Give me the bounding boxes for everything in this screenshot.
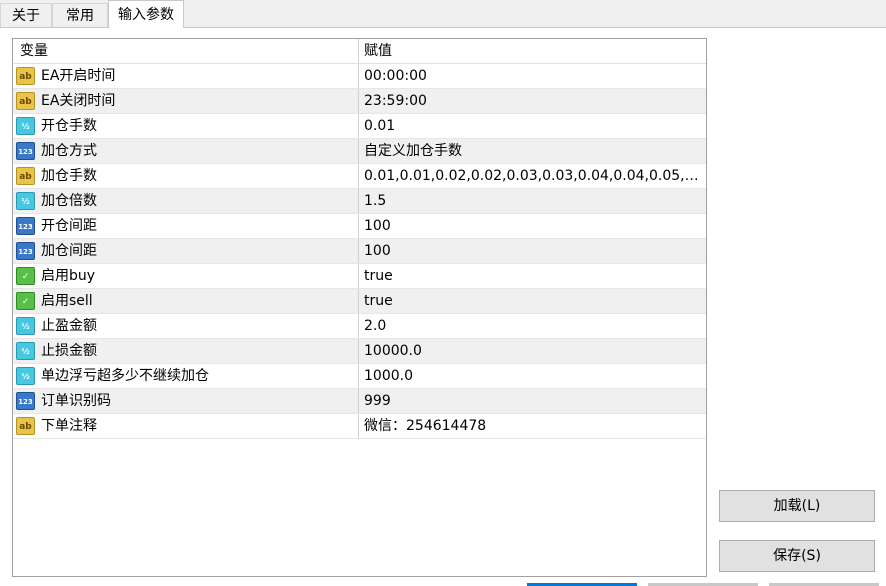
double-type-icon: ½: [16, 367, 35, 385]
param-value[interactable]: true: [358, 264, 706, 288]
param-name-cell[interactable]: ½ 止损金额: [13, 339, 358, 363]
param-value[interactable]: true: [358, 289, 706, 313]
tab-common[interactable]: 常用: [52, 3, 108, 27]
param-name-cell[interactable]: 123 开仓间距: [13, 214, 358, 238]
load-button[interactable]: 加载(L): [719, 490, 875, 522]
param-name: 订单识别码: [41, 393, 111, 409]
param-name-cell[interactable]: ab 加仓手数: [13, 164, 358, 188]
param-name: 下单注释: [41, 418, 97, 434]
param-name: 加仓方式: [41, 143, 97, 159]
param-name-cell[interactable]: 123 加仓方式: [13, 139, 358, 163]
header-value[interactable]: 赋值: [358, 39, 706, 63]
param-name-cell[interactable]: ab EA关闭时间: [13, 89, 358, 113]
param-value[interactable]: 微信：254614478: [358, 414, 706, 438]
param-name: 开仓间距: [41, 218, 97, 234]
header-variable[interactable]: 变量: [13, 39, 358, 63]
double-type-icon: ½: [16, 117, 35, 135]
param-name: 止损金额: [41, 343, 97, 359]
param-value[interactable]: 自定义加仓手数: [358, 139, 706, 163]
table-row[interactable]: ½ 开仓手数 0.01: [13, 114, 706, 139]
table-row[interactable]: ab 下单注释 微信：254614478: [13, 414, 706, 439]
table-row[interactable]: 123 开仓间距 100: [13, 214, 706, 239]
double-type-icon: ½: [16, 192, 35, 210]
parameter-grid[interactable]: 变量 赋值 ab EA开启时间 00:00:00 ab EA关闭时间 23:59:00 ½ 开…: [12, 38, 707, 577]
param-value[interactable]: 999: [358, 389, 706, 413]
param-name: 加仓倍数: [41, 193, 97, 209]
table-row[interactable]: ab 加仓手数 0.01,0.01,0.02,0.02,0.03,0.03,0.04…: [13, 164, 706, 189]
param-name: 加仓间距: [41, 243, 97, 259]
param-name: 启用sell: [41, 293, 93, 309]
double-type-icon: ½: [16, 342, 35, 360]
integer-type-icon: 123: [16, 217, 35, 235]
grid-header: 变量 赋值: [13, 39, 706, 64]
param-value[interactable]: 00:00:00: [358, 64, 706, 88]
tab-about[interactable]: 关于: [0, 3, 52, 27]
param-name-cell[interactable]: 123 加仓间距: [13, 239, 358, 263]
table-row[interactable]: ½ 加仓倍数 1.5: [13, 189, 706, 214]
param-name-cell[interactable]: ab 下单注释: [13, 414, 358, 438]
param-name: 启用buy: [41, 268, 96, 284]
integer-type-icon: 123: [16, 392, 35, 410]
param-value[interactable]: 0.01,0.01,0.02,0.02,0.03,0.03,0.04,0.04,…: [358, 164, 706, 188]
param-name: 开仓手数: [41, 118, 97, 134]
table-row[interactable]: ab EA关闭时间 23:59:00: [13, 89, 706, 114]
table-row[interactable]: ✓ 启用sell true: [13, 289, 706, 314]
table-row[interactable]: ½ 单边浮亏超多少不继续加仓 1000.0: [13, 364, 706, 389]
save-button[interactable]: 保存(S): [719, 540, 875, 572]
table-row[interactable]: 123 加仓间距 100: [13, 239, 706, 264]
table-row[interactable]: ab EA开启时间 00:00:00: [13, 64, 706, 89]
string-type-icon: ab: [16, 92, 35, 110]
tab-about-label: 关于: [12, 8, 40, 24]
integer-type-icon: 123: [16, 242, 35, 260]
integer-type-icon: 123: [16, 142, 35, 160]
param-name-cell[interactable]: ½ 加仓倍数: [13, 189, 358, 213]
param-value[interactable]: 1000.0: [358, 364, 706, 388]
table-row[interactable]: ½ 止损金额 10000.0: [13, 339, 706, 364]
param-name-cell[interactable]: ✓ 启用sell: [13, 289, 358, 313]
param-name-cell[interactable]: ½ 单边浮亏超多少不继续加仓: [13, 364, 358, 388]
table-row[interactable]: ✓ 启用buy true: [13, 264, 706, 289]
string-type-icon: ab: [16, 167, 35, 185]
param-name-cell[interactable]: ab EA开启时间: [13, 64, 358, 88]
table-row[interactable]: ½ 止盈金额 2.0: [13, 314, 706, 339]
param-name: EA开启时间: [41, 68, 116, 84]
param-value[interactable]: 0.01: [358, 114, 706, 138]
param-value[interactable]: 1.5: [358, 189, 706, 213]
param-name: 加仓手数: [41, 168, 97, 184]
param-value[interactable]: 23:59:00: [358, 89, 706, 113]
param-name: 单边浮亏超多少不继续加仓: [41, 368, 209, 384]
bool-type-icon: ✓: [16, 267, 35, 285]
param-name-cell[interactable]: ✓ 启用buy: [13, 264, 358, 288]
tab-bar: 关于 常用 输入参数: [0, 0, 886, 28]
param-value[interactable]: 2.0: [358, 314, 706, 338]
string-type-icon: ab: [16, 67, 35, 85]
param-value[interactable]: 10000.0: [358, 339, 706, 363]
param-name: EA关闭时间: [41, 93, 116, 109]
param-name-cell[interactable]: ½ 止盈金额: [13, 314, 358, 338]
param-name-cell[interactable]: 123 订单识别码: [13, 389, 358, 413]
tab-inputs-label: 输入参数: [118, 7, 174, 23]
string-type-icon: ab: [16, 417, 35, 435]
param-value[interactable]: 100: [358, 214, 706, 238]
bool-type-icon: ✓: [16, 292, 35, 310]
double-type-icon: ½: [16, 317, 35, 335]
param-value[interactable]: 100: [358, 239, 706, 263]
tab-common-label: 常用: [66, 8, 94, 24]
param-name: 止盈金额: [41, 318, 97, 334]
param-name-cell[interactable]: ½ 开仓手数: [13, 114, 358, 138]
table-row[interactable]: 123 订单识别码 999: [13, 389, 706, 414]
tab-inputs[interactable]: 输入参数: [108, 0, 184, 28]
table-row[interactable]: 123 加仓方式 自定义加仓手数: [13, 139, 706, 164]
